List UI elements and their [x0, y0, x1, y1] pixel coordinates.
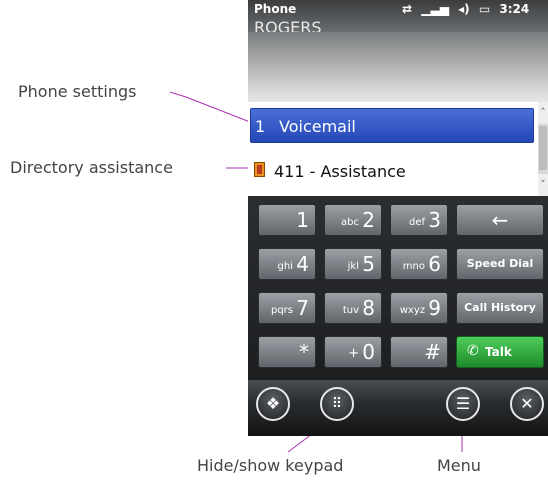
status-icons: ⇄ ▁▃▅ ◂) ▭ 3:24: [402, 2, 534, 16]
key-7[interactable]: pqrs 7: [258, 292, 316, 324]
keypad-toggle-icon[interactable]: ⠿: [320, 387, 354, 421]
list-item-voicemail[interactable]: 1 Voicemail: [250, 108, 534, 143]
soft-key-bar: ❖ ⠿ ☰ ✕: [248, 380, 548, 436]
key-5[interactable]: jkl 5: [324, 248, 382, 280]
phone-screen: Phone ⇄ ▁▃▅ ◂) ▭ 3:24 ROGERS 1 Voicemail…: [248, 0, 548, 436]
talk-button[interactable]: ✆ Talk: [456, 336, 544, 368]
speed-dial-list: 1 Voicemail 411 - Assistance ˄ ˅: [248, 102, 548, 196]
call-history-button[interactable]: Call History: [456, 292, 544, 324]
windows-start-icon[interactable]: ❖: [256, 387, 290, 421]
scroll-up-icon[interactable]: ˄: [538, 102, 548, 124]
backspace-button[interactable]: ←: [456, 204, 544, 236]
close-icon[interactable]: ✕: [510, 387, 544, 421]
key-9[interactable]: wxyz 9: [390, 292, 448, 324]
key-1[interactable]: 1: [258, 204, 316, 236]
key-8[interactable]: tuv 8: [324, 292, 382, 324]
talk-label: Talk: [485, 345, 512, 359]
key-0[interactable]: + 0: [324, 336, 382, 368]
key-2[interactable]: abc 2: [324, 204, 382, 236]
header-background: [248, 32, 548, 102]
dial-keypad: 1 abc 2 def 3 ← ghi 4 jkl 5 mno 6 Speed …: [248, 196, 548, 380]
speaker-icon: ◂): [458, 2, 470, 16]
key-4[interactable]: ghi 4: [258, 248, 316, 280]
phone-handset-icon: ✆: [467, 343, 479, 359]
list-item-label: Voicemail: [279, 117, 356, 136]
key-6[interactable]: mno 6: [390, 248, 448, 280]
key-hash[interactable]: #: [390, 336, 448, 368]
key-3[interactable]: def 3: [390, 204, 448, 236]
battery-icon: ▭: [478, 2, 491, 16]
app-title: Phone: [254, 2, 297, 16]
sync-icon: ⇄: [402, 2, 413, 16]
speed-dial-button[interactable]: Speed Dial: [456, 248, 544, 280]
clock: 3:24: [499, 2, 530, 16]
list-item-assistance[interactable]: 411 - Assistance: [250, 156, 534, 186]
address-book-icon: [254, 162, 265, 177]
key-star[interactable]: *: [258, 336, 316, 368]
phone-settings-leader: [169, 91, 251, 123]
list-item-number: 1: [255, 117, 266, 136]
backspace-icon: ←: [491, 208, 509, 232]
list-scrollbar[interactable]: ˄ ˅: [538, 102, 548, 196]
scroll-thumb[interactable]: [539, 126, 547, 170]
scroll-down-icon[interactable]: ˅: [538, 174, 548, 196]
menu-icon[interactable]: ☰: [446, 387, 480, 421]
list-item-label: 411 - Assistance: [274, 162, 406, 181]
signal-icon: ▁▃▅: [421, 2, 449, 16]
